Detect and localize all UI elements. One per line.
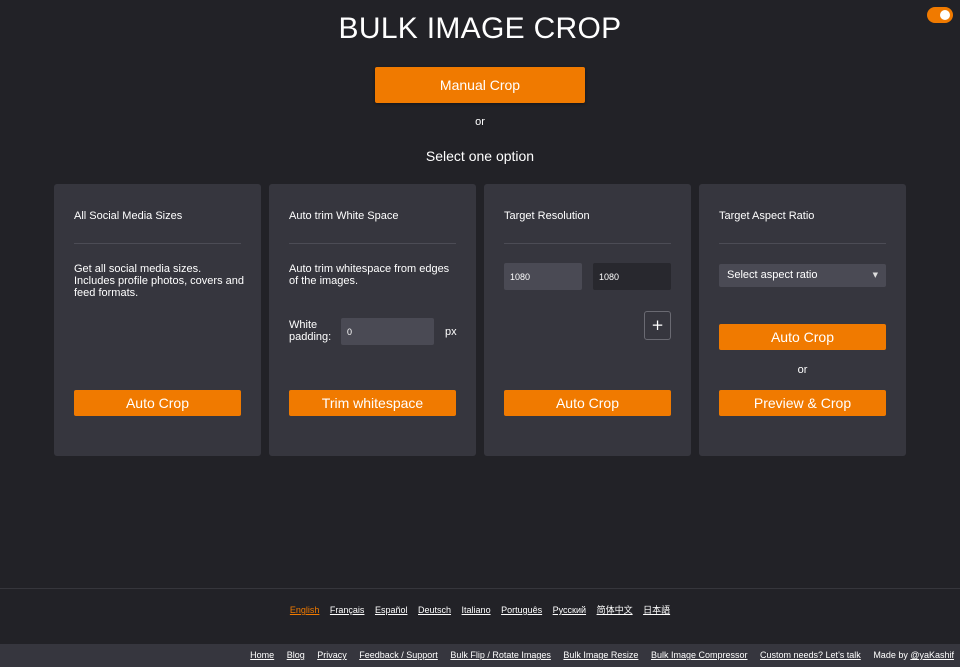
page-title: BULK IMAGE CROP [338, 12, 622, 45]
white-padding-label: White padding: [289, 319, 332, 343]
card-title: All Social Media Sizes [74, 210, 183, 222]
aspect-ratio-select[interactable]: Select aspect ratio ▼ [719, 264, 886, 287]
or-separator: or [797, 364, 808, 376]
card-auto-trim: Auto trim White Space Auto trim whitespa… [269, 184, 476, 456]
language-link-portugues[interactable]: Português [501, 605, 542, 615]
card-description: Auto trim whitespace from edges of the i… [289, 263, 450, 287]
padding-unit-label: px [445, 326, 457, 338]
card-social-media: All Social Media Sizes Get all social me… [54, 184, 261, 456]
white-padding-input[interactable] [341, 318, 434, 345]
footer-link-flip-rotate[interactable]: Bulk Flip / Rotate Images [450, 650, 551, 660]
language-links: English Français Español Deutsch Italian… [0, 603, 960, 616]
social-auto-crop-button[interactable]: Auto Crop [74, 390, 241, 416]
language-link-english[interactable]: English [290, 605, 320, 615]
language-link-italiano[interactable]: Italiano [462, 605, 491, 615]
card-target-resolution: Target Resolution + Auto Crop [484, 184, 691, 456]
language-link-chinese[interactable]: 简体中文 [597, 605, 633, 615]
footer-link-resize[interactable]: Bulk Image Resize [563, 650, 638, 660]
select-option-heading: Select one option [425, 148, 535, 164]
footer-link-home[interactable]: Home [250, 650, 274, 660]
chevron-down-icon: ▼ [872, 271, 878, 279]
card-divider [289, 243, 456, 244]
footer-link-blog[interactable]: Blog [287, 650, 305, 660]
footer-links: Home Blog Privacy Feedback / Support Bul… [240, 644, 954, 667]
footer: Home Blog Privacy Feedback / Support Bul… [0, 644, 960, 667]
resolution-height-input[interactable] [593, 263, 671, 290]
resolution-width-input[interactable] [504, 263, 582, 290]
footer-link-privacy[interactable]: Privacy [317, 650, 347, 660]
add-resolution-button[interactable]: + [644, 311, 671, 340]
language-bar: English Français Español Deutsch Italian… [0, 588, 960, 644]
card-title: Target Aspect Ratio [719, 210, 815, 222]
card-divider [719, 243, 886, 244]
or-separator: or [475, 116, 485, 128]
language-link-russian[interactable]: Русский [553, 605, 586, 615]
card-divider [504, 243, 671, 244]
language-link-deutsch[interactable]: Deutsch [418, 605, 451, 615]
resolution-auto-crop-button[interactable]: Auto Crop [504, 390, 671, 416]
page: BULK IMAGE CROP Manual Crop or Select on… [0, 0, 960, 667]
made-by-credit: Made by @yaKashif [873, 650, 954, 660]
card-title: Target Resolution [504, 210, 590, 222]
card-target-aspect-ratio: Target Aspect Ratio Select aspect ratio … [699, 184, 906, 456]
card-description: Get all social media sizes. Includes pro… [74, 263, 244, 299]
language-link-espanol[interactable]: Español [375, 605, 408, 615]
preview-crop-button[interactable]: Preview & Crop [719, 390, 886, 416]
card-title: Auto trim White Space [289, 210, 399, 222]
manual-crop-button[interactable]: Manual Crop [375, 67, 585, 103]
language-link-japanese[interactable]: 日本語 [643, 605, 670, 615]
made-by-text: Made by [873, 650, 911, 660]
trim-whitespace-button[interactable]: Trim whitespace [289, 390, 456, 416]
card-divider [74, 243, 241, 244]
language-link-francais[interactable]: Français [330, 605, 365, 615]
aspect-ratio-select-value: Select aspect ratio [727, 269, 818, 281]
footer-link-custom-needs[interactable]: Custom needs? Let's talk [760, 650, 861, 660]
author-link[interactable]: @yaKashif [910, 650, 954, 660]
footer-link-feedback[interactable]: Feedback / Support [359, 650, 438, 660]
aspect-auto-crop-button[interactable]: Auto Crop [719, 324, 886, 350]
footer-link-compressor[interactable]: Bulk Image Compressor [651, 650, 748, 660]
